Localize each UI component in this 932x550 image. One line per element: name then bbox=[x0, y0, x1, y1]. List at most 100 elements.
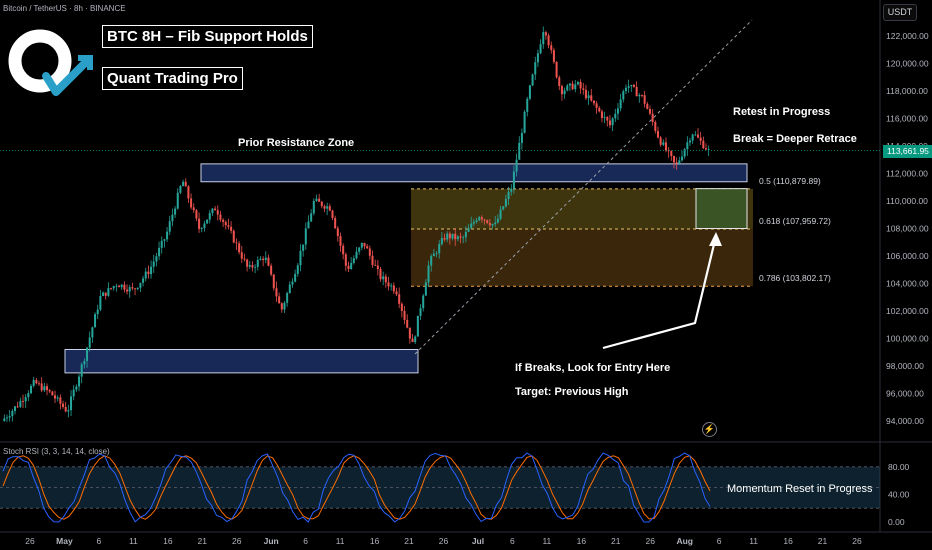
candle-body bbox=[160, 240, 163, 248]
candle-body bbox=[203, 223, 206, 229]
candle-body bbox=[334, 217, 337, 229]
price-axis-label: 118,000.00 bbox=[886, 86, 928, 96]
candle-body bbox=[616, 108, 619, 114]
candle-body bbox=[59, 397, 62, 404]
candle-body bbox=[222, 219, 225, 222]
time-axis-label: 21 bbox=[198, 536, 208, 546]
candle-body bbox=[254, 266, 257, 268]
candle-body bbox=[635, 86, 638, 97]
time-axis-label: 11 bbox=[542, 536, 551, 546]
candle-body bbox=[168, 221, 171, 232]
candle-body bbox=[46, 386, 49, 391]
candle-body bbox=[107, 288, 110, 296]
candle-body bbox=[275, 288, 278, 297]
candle-body bbox=[664, 142, 667, 151]
candle-body bbox=[190, 198, 193, 208]
candle-body bbox=[19, 401, 22, 407]
chart-title: BTC 8H – Fib Support Holds bbox=[102, 25, 313, 48]
candle-body bbox=[342, 245, 345, 255]
candle-body bbox=[424, 282, 427, 296]
candle-body bbox=[643, 95, 646, 104]
candle-body bbox=[360, 242, 363, 248]
candle-body bbox=[496, 218, 499, 223]
candle-body bbox=[366, 246, 369, 249]
current-price-tag: 113,661.95 bbox=[883, 145, 932, 158]
candle-body bbox=[294, 273, 297, 282]
candle-body bbox=[64, 406, 67, 412]
candle-body bbox=[320, 201, 323, 207]
candle-body bbox=[5, 417, 9, 419]
candle-body bbox=[451, 233, 454, 239]
candle-body bbox=[224, 221, 227, 226]
candle-body bbox=[326, 206, 329, 209]
candle-body bbox=[256, 260, 259, 267]
candle-body bbox=[435, 253, 438, 255]
candle-body bbox=[648, 109, 651, 114]
candle-body bbox=[195, 210, 198, 219]
candle-body bbox=[291, 281, 294, 285]
candle-body bbox=[211, 208, 214, 214]
fib-label-0-618: 0.618 (107,959.72) bbox=[759, 216, 831, 226]
candle-body bbox=[286, 293, 289, 303]
candle-body bbox=[464, 231, 467, 238]
candle-body bbox=[21, 401, 25, 402]
candle-body bbox=[571, 83, 574, 90]
candle-body bbox=[230, 226, 233, 231]
candle-body bbox=[566, 85, 569, 91]
lightning-icon[interactable]: ⚡ bbox=[702, 422, 717, 437]
candle-body bbox=[232, 230, 235, 243]
candle-body bbox=[470, 223, 473, 229]
candle-body bbox=[504, 199, 507, 207]
indicator-label[interactable]: Stoch RSI (3, 3, 14, 14, close) bbox=[3, 447, 110, 456]
price-axis-label: 104,000.00 bbox=[886, 279, 929, 289]
candle-body bbox=[200, 228, 203, 229]
price-axis-label: 106,000.00 bbox=[886, 251, 929, 261]
candle-body bbox=[422, 295, 425, 309]
candle-body bbox=[576, 82, 579, 85]
candle-body bbox=[651, 113, 654, 122]
candle-body bbox=[174, 208, 177, 215]
candle-body bbox=[331, 210, 334, 218]
candle-body bbox=[214, 208, 217, 211]
resistance-zone-label: Prior Resistance Zone bbox=[238, 137, 355, 149]
candle-body bbox=[302, 244, 305, 251]
price-axis-label: 102,000.00 bbox=[886, 306, 929, 316]
time-axis-label: 6 bbox=[717, 536, 722, 546]
candle-body bbox=[526, 98, 529, 112]
candle-body bbox=[419, 308, 422, 316]
candle-body bbox=[3, 418, 6, 421]
candle-body bbox=[382, 276, 385, 280]
candle-body bbox=[163, 239, 166, 241]
candle-body bbox=[110, 288, 113, 289]
candle-body bbox=[339, 236, 342, 246]
entry-label: If Breaks, Look for Entry Here bbox=[515, 362, 671, 374]
time-axis-label: 11 bbox=[336, 536, 345, 546]
currency-button[interactable]: USDT bbox=[883, 4, 917, 21]
candle-body bbox=[144, 271, 147, 279]
candle-body bbox=[86, 347, 89, 361]
candle-body bbox=[312, 200, 315, 214]
candle-body bbox=[478, 217, 481, 221]
candle-body bbox=[462, 237, 465, 239]
candle-body bbox=[475, 220, 478, 222]
stoch-axis-label: 40.00 bbox=[888, 489, 910, 499]
candle-body bbox=[171, 214, 174, 222]
stoch-axis-label: 0.00 bbox=[888, 517, 905, 527]
candle-body bbox=[91, 327, 94, 338]
candle-body bbox=[691, 134, 694, 141]
candle-body bbox=[590, 95, 593, 101]
candle-body bbox=[318, 198, 321, 202]
time-axis-label: 6 bbox=[303, 536, 308, 546]
candle-body bbox=[704, 148, 708, 150]
price-axis-label: 98,000.00 bbox=[886, 361, 924, 371]
candle-body bbox=[598, 107, 601, 112]
candle-body bbox=[523, 111, 526, 133]
candle-body bbox=[184, 181, 187, 187]
candle-body bbox=[262, 258, 265, 261]
candle-body bbox=[62, 403, 65, 407]
candle-body bbox=[118, 285, 121, 288]
candle-body bbox=[115, 285, 118, 287]
break-label: Break = Deeper Retrace bbox=[733, 133, 857, 145]
candle-body bbox=[558, 77, 561, 87]
candle-body bbox=[216, 210, 219, 215]
